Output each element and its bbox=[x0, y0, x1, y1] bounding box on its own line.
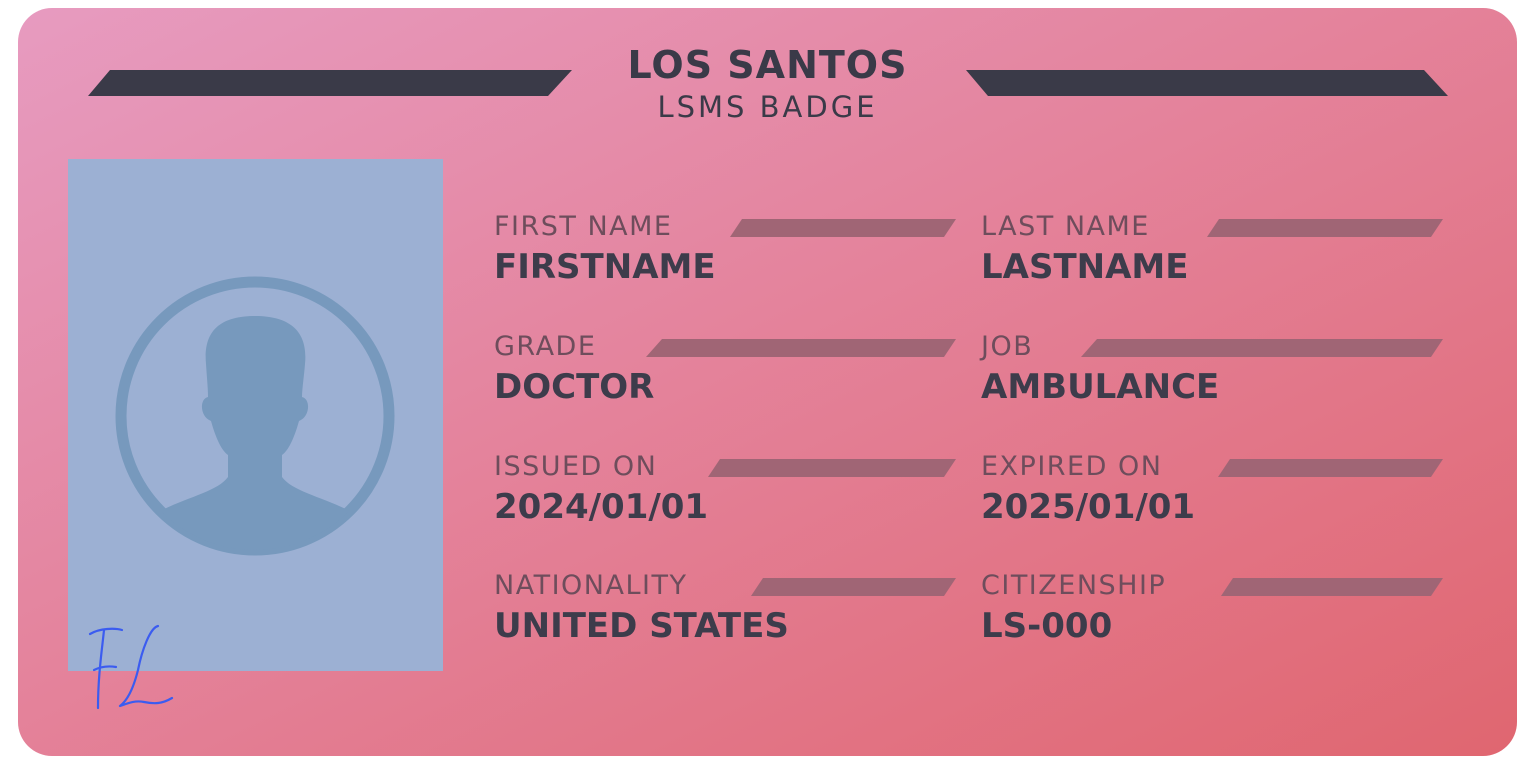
field-value: FIRSTNAME bbox=[494, 247, 716, 287]
field-value: UNITED STATES bbox=[494, 606, 789, 646]
field-label: GRADE bbox=[494, 331, 597, 362]
id-badge-card: LOS SANTOS LSMS BADGE FIRST NAME FIRSTNA… bbox=[18, 8, 1517, 756]
field-underline bbox=[1081, 339, 1443, 357]
field-job: JOB AMBULANCE bbox=[981, 331, 1451, 411]
field-label: CITIZENSHIP bbox=[981, 570, 1167, 601]
field-label: NATIONALITY bbox=[494, 570, 688, 601]
field-label: LAST NAME bbox=[981, 211, 1150, 242]
field-expired-on: EXPIRED ON 2025/01/01 bbox=[981, 451, 1451, 531]
field-label: FIRST NAME bbox=[494, 211, 673, 242]
field-last-name: LAST NAME LASTNAME bbox=[981, 211, 1451, 291]
field-citizenship: CITIZENSHIP LS-000 bbox=[981, 570, 1451, 650]
badge-subtitle: LSMS BADGE bbox=[657, 90, 878, 124]
field-value: LS-000 bbox=[981, 606, 1113, 646]
field-grade: GRADE DOCTOR bbox=[494, 331, 964, 411]
badge-title: LOS SANTOS bbox=[627, 43, 908, 87]
field-underline bbox=[1221, 578, 1443, 596]
photo-placeholder bbox=[68, 159, 443, 671]
signature-image bbox=[80, 620, 180, 719]
field-underline bbox=[1207, 219, 1443, 237]
field-value: DOCTOR bbox=[494, 367, 655, 407]
field-underline bbox=[646, 339, 956, 357]
field-underline bbox=[708, 459, 956, 477]
field-underline bbox=[1218, 459, 1443, 477]
field-value: 2024/01/01 bbox=[494, 487, 709, 527]
field-value: AMBULANCE bbox=[981, 367, 1220, 407]
field-underline bbox=[751, 578, 956, 596]
field-value: LASTNAME bbox=[981, 247, 1189, 287]
field-underline bbox=[730, 219, 956, 237]
field-label: JOB bbox=[981, 331, 1034, 362]
field-nationality: NATIONALITY UNITED STATES bbox=[494, 570, 964, 650]
field-label: EXPIRED ON bbox=[981, 451, 1163, 482]
field-issued-on: ISSUED ON 2024/01/01 bbox=[494, 451, 964, 531]
field-label: ISSUED ON bbox=[494, 451, 658, 482]
field-first-name: FIRST NAME FIRSTNAME bbox=[494, 211, 964, 291]
avatar-icon bbox=[115, 276, 395, 556]
field-value: 2025/01/01 bbox=[981, 487, 1196, 527]
